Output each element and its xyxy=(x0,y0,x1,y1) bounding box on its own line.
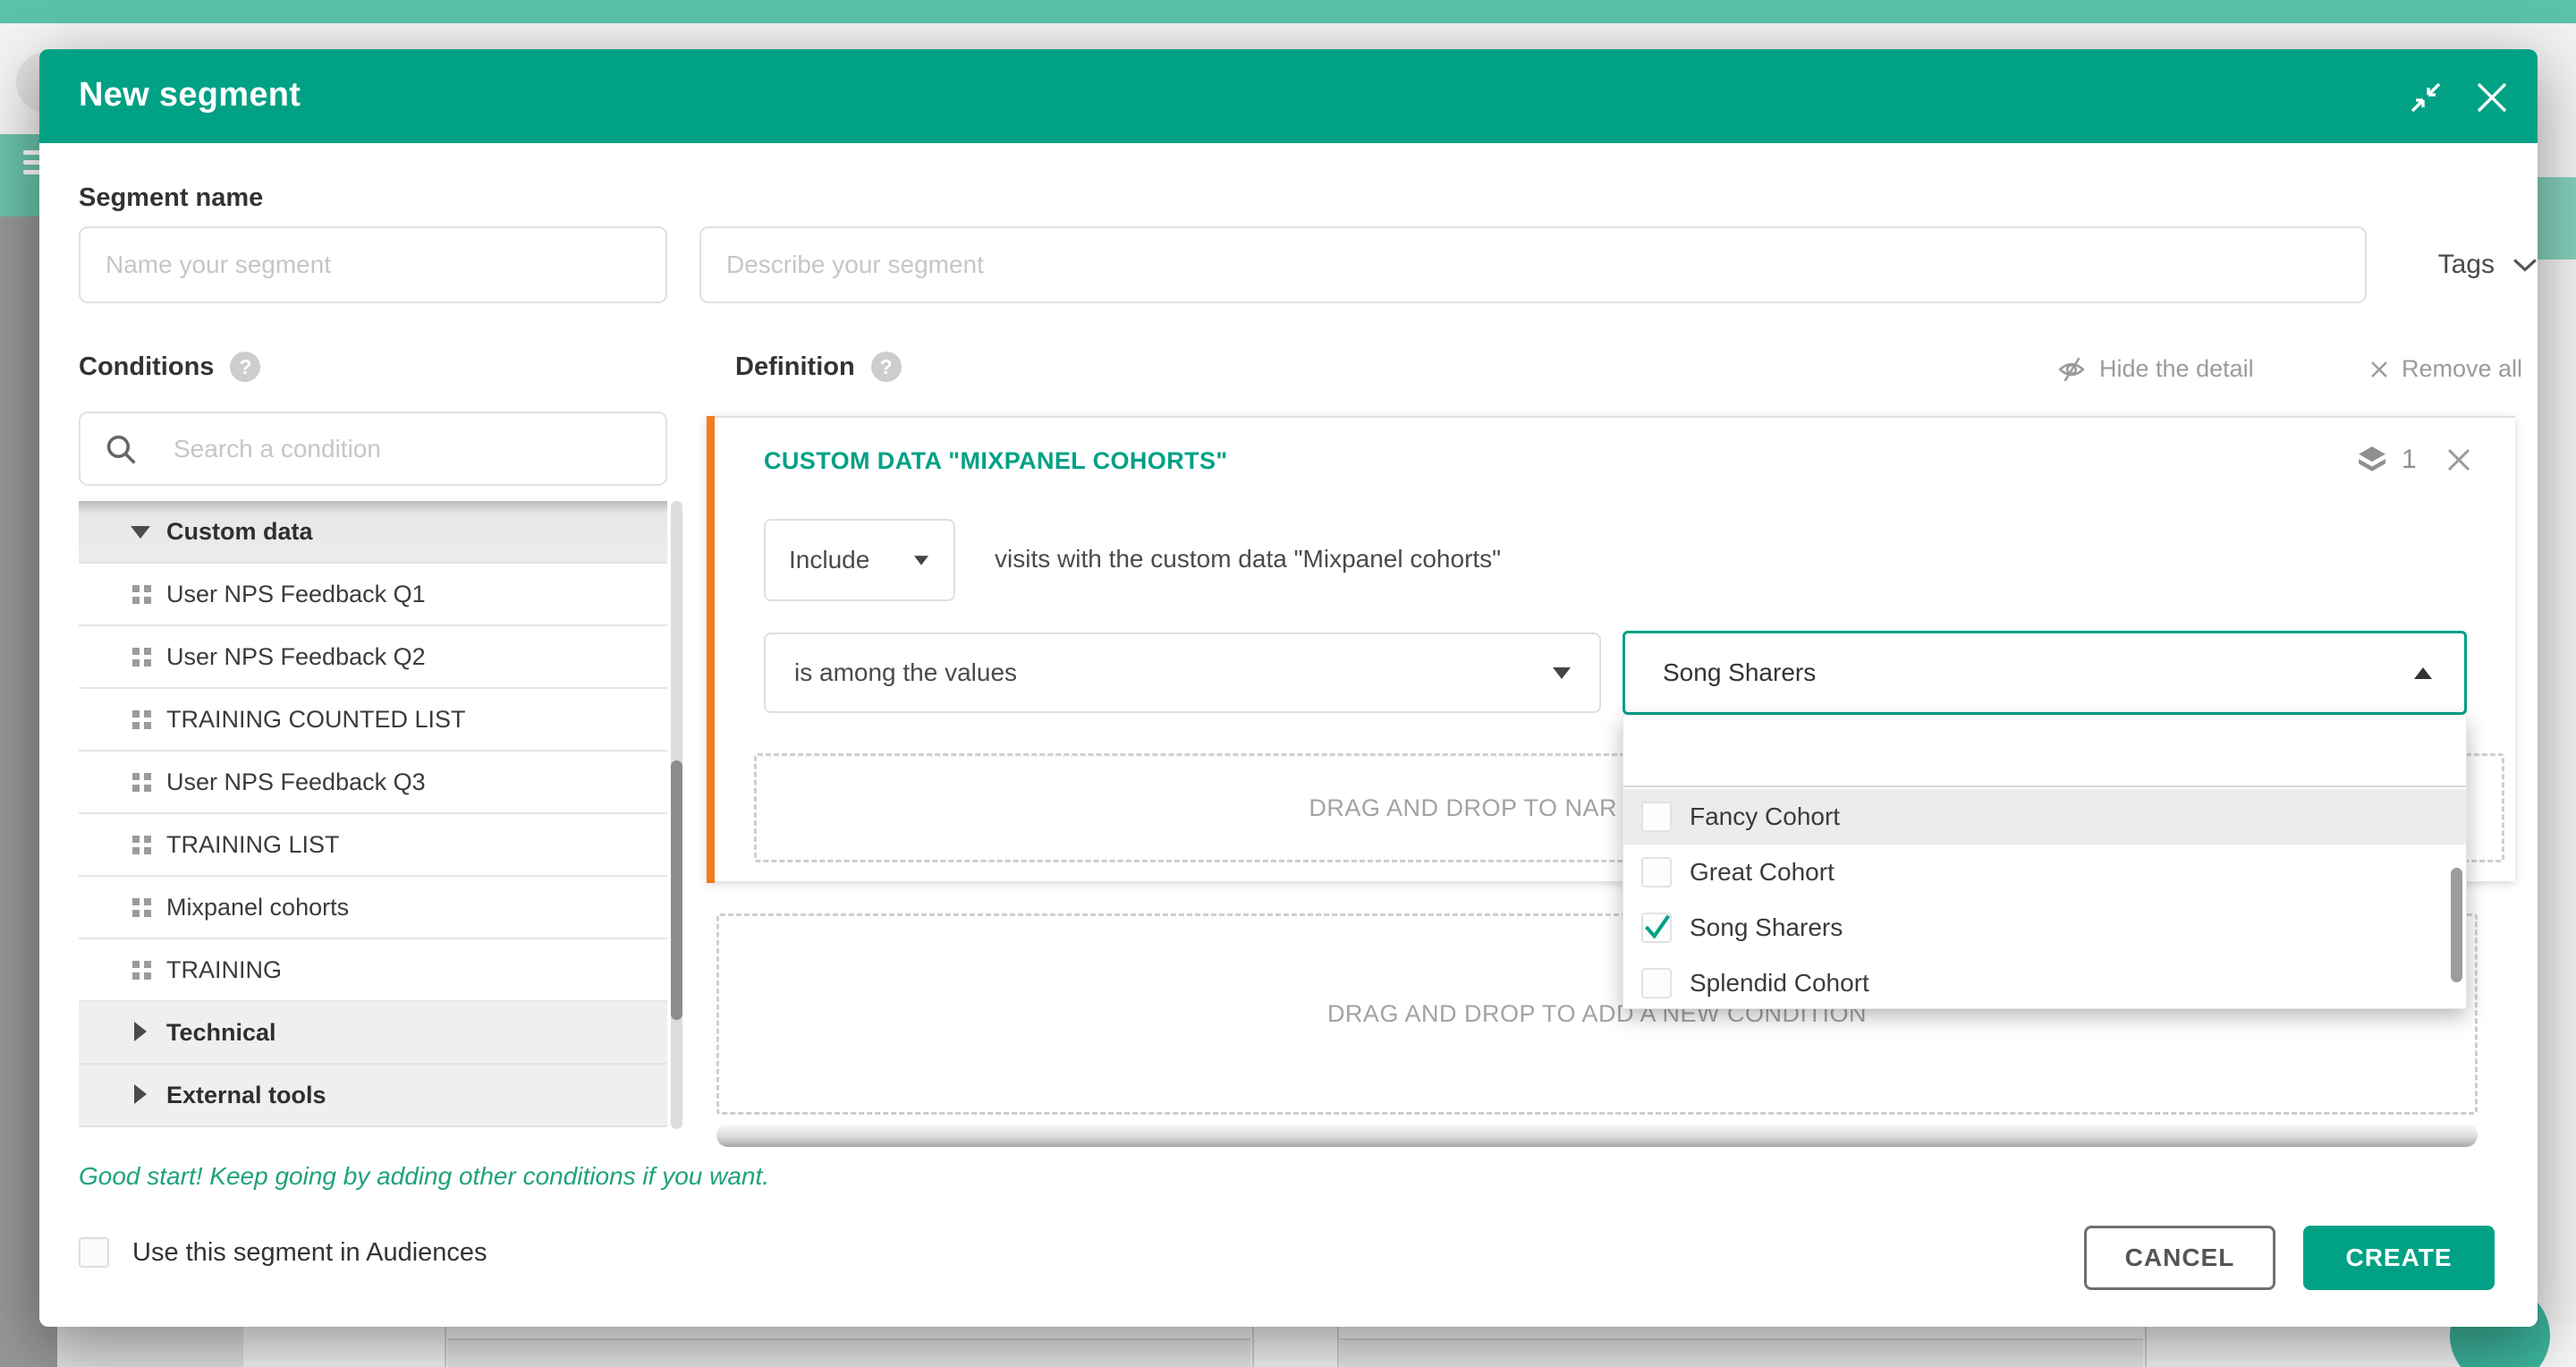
background-panel-header xyxy=(447,1338,1250,1367)
tags-dropdown[interactable]: Tags xyxy=(2392,226,2538,303)
dialog-header xyxy=(39,49,2538,143)
condition-item[interactable]: User NPS Feedback Q2 xyxy=(79,626,667,689)
drag-handle-icon[interactable] xyxy=(132,585,152,605)
audiences-label: Use this segment in Audiences xyxy=(132,1238,487,1268)
value-search-input[interactable] xyxy=(1623,716,2466,787)
checkbox-unchecked[interactable] xyxy=(1641,857,1672,887)
drag-handle-icon[interactable] xyxy=(132,836,152,855)
hide-detail-button[interactable]: Hide the detail xyxy=(2056,355,2254,383)
value-option[interactable]: Great Cohort xyxy=(1623,845,2466,900)
value-dropdown[interactable]: Song Sharers xyxy=(1623,631,2467,715)
new-segment-dialog: New segment Segment name Tags xyxy=(39,49,2538,1327)
divider xyxy=(2145,1327,2147,1367)
background-panel-header xyxy=(1340,1338,2143,1367)
progress-hint: Good start! Keep going by adding other c… xyxy=(79,1162,769,1191)
layer-count: 1 xyxy=(2402,445,2417,475)
condition-item[interactable]: User NPS Feedback Q3 xyxy=(79,751,667,814)
background-page xyxy=(57,1327,2576,1367)
close-icon xyxy=(2369,360,2389,379)
drag-handle-icon[interactable] xyxy=(132,773,152,793)
segment-name-input[interactable] xyxy=(79,226,667,303)
value-dropdown-selected: Song Sharers xyxy=(1663,658,1816,687)
value-option[interactable]: Splendid Cohort xyxy=(1623,955,2466,1009)
layers-icon xyxy=(2357,445,2387,475)
help-icon[interactable]: ? xyxy=(871,352,902,382)
include-dropdown[interactable]: Include xyxy=(764,519,955,601)
screen: New segment Segment name Tags xyxy=(0,0,2576,1367)
segment-name-label: Segment name xyxy=(79,183,263,213)
audiences-checkbox-row[interactable]: Use this segment in Audiences xyxy=(79,1237,487,1268)
checkbox-unchecked[interactable] xyxy=(1641,802,1672,832)
background-page-column xyxy=(57,1327,243,1367)
value-dropdown-panel: Fancy Cohort Great Cohort Song Sharers xyxy=(1623,715,2467,1009)
condition-group-custom-data[interactable]: Custom data xyxy=(79,501,667,564)
caret-up-icon xyxy=(2414,667,2432,679)
checkbox-checked[interactable] xyxy=(1641,913,1672,943)
condition-item[interactable]: TRAINING COUNTED LIST xyxy=(79,689,667,751)
condition-card-accent xyxy=(707,416,715,883)
horizontal-scrollbar[interactable] xyxy=(716,1124,2478,1147)
menu-icon xyxy=(23,150,41,180)
divider xyxy=(1252,1327,1254,1367)
condition-sentence: visits with the custom data "Mixpanel co… xyxy=(995,545,1501,573)
condition-item[interactable]: Mixpanel cohorts xyxy=(79,877,667,939)
background-app-topbar xyxy=(0,0,2576,23)
condition-item[interactable]: TRAINING xyxy=(79,939,667,1002)
checkmark-icon xyxy=(1642,912,1673,940)
condition-group-external-tools[interactable]: External tools xyxy=(79,1065,667,1127)
conditions-label: Conditions xyxy=(79,352,214,382)
dialog-title: New segment xyxy=(79,76,301,115)
create-button[interactable]: CREATE xyxy=(2303,1226,2495,1290)
condition-search-input[interactable] xyxy=(80,413,665,484)
tags-label: Tags xyxy=(2438,250,2495,280)
remove-all-button[interactable]: Remove all xyxy=(2369,355,2522,383)
help-icon[interactable]: ? xyxy=(230,352,260,382)
triangle-right-icon xyxy=(134,1022,147,1041)
close-icon[interactable] xyxy=(2474,80,2510,115)
conditions-list: Custom data User NPS Feedback Q1 User NP… xyxy=(79,501,667,1129)
caret-down-icon xyxy=(1553,667,1571,679)
drag-handle-icon[interactable] xyxy=(132,898,152,918)
drag-handle-icon[interactable] xyxy=(132,648,152,667)
eye-slash-icon xyxy=(2056,356,2087,383)
condition-item[interactable]: TRAINING LIST xyxy=(79,814,667,877)
checkbox-unchecked[interactable] xyxy=(79,1237,109,1268)
background-nav-band-right xyxy=(2537,177,2576,259)
drag-handle-icon[interactable] xyxy=(132,961,152,981)
conditions-scrollbar-thumb[interactable] xyxy=(671,760,682,1020)
condition-close-icon[interactable] xyxy=(2444,445,2474,480)
value-option[interactable]: Fancy Cohort xyxy=(1623,789,2466,845)
panel-scrollbar-thumb[interactable] xyxy=(2451,868,2462,982)
operator-dropdown[interactable]: is among the values xyxy=(764,633,1601,713)
triangle-right-icon xyxy=(134,1084,147,1104)
condition-card-title: CUSTOM DATA "MIXPANEL COHORTS" xyxy=(764,447,1228,475)
condition-group-technical[interactable]: Technical xyxy=(79,1002,667,1065)
narrow-drop-hint: DRAG AND DROP TO NAR xyxy=(754,753,1617,862)
chevron-down-icon xyxy=(2512,257,2538,273)
value-option[interactable]: Song Sharers xyxy=(1623,900,2466,955)
checkbox-unchecked[interactable] xyxy=(1641,968,1672,998)
collapse-icon[interactable] xyxy=(2408,80,2444,115)
triangle-down-icon xyxy=(131,526,150,539)
cancel-button[interactable]: CANCEL xyxy=(2084,1226,2275,1290)
caret-down-icon xyxy=(914,556,928,565)
definition-label: Definition xyxy=(735,352,855,382)
divider xyxy=(1337,1327,1339,1367)
condition-item[interactable]: User NPS Feedback Q1 xyxy=(79,564,667,626)
segment-description-input[interactable] xyxy=(699,226,2367,303)
drag-handle-icon[interactable] xyxy=(132,710,152,730)
divider xyxy=(445,1327,446,1367)
condition-search xyxy=(79,412,667,486)
